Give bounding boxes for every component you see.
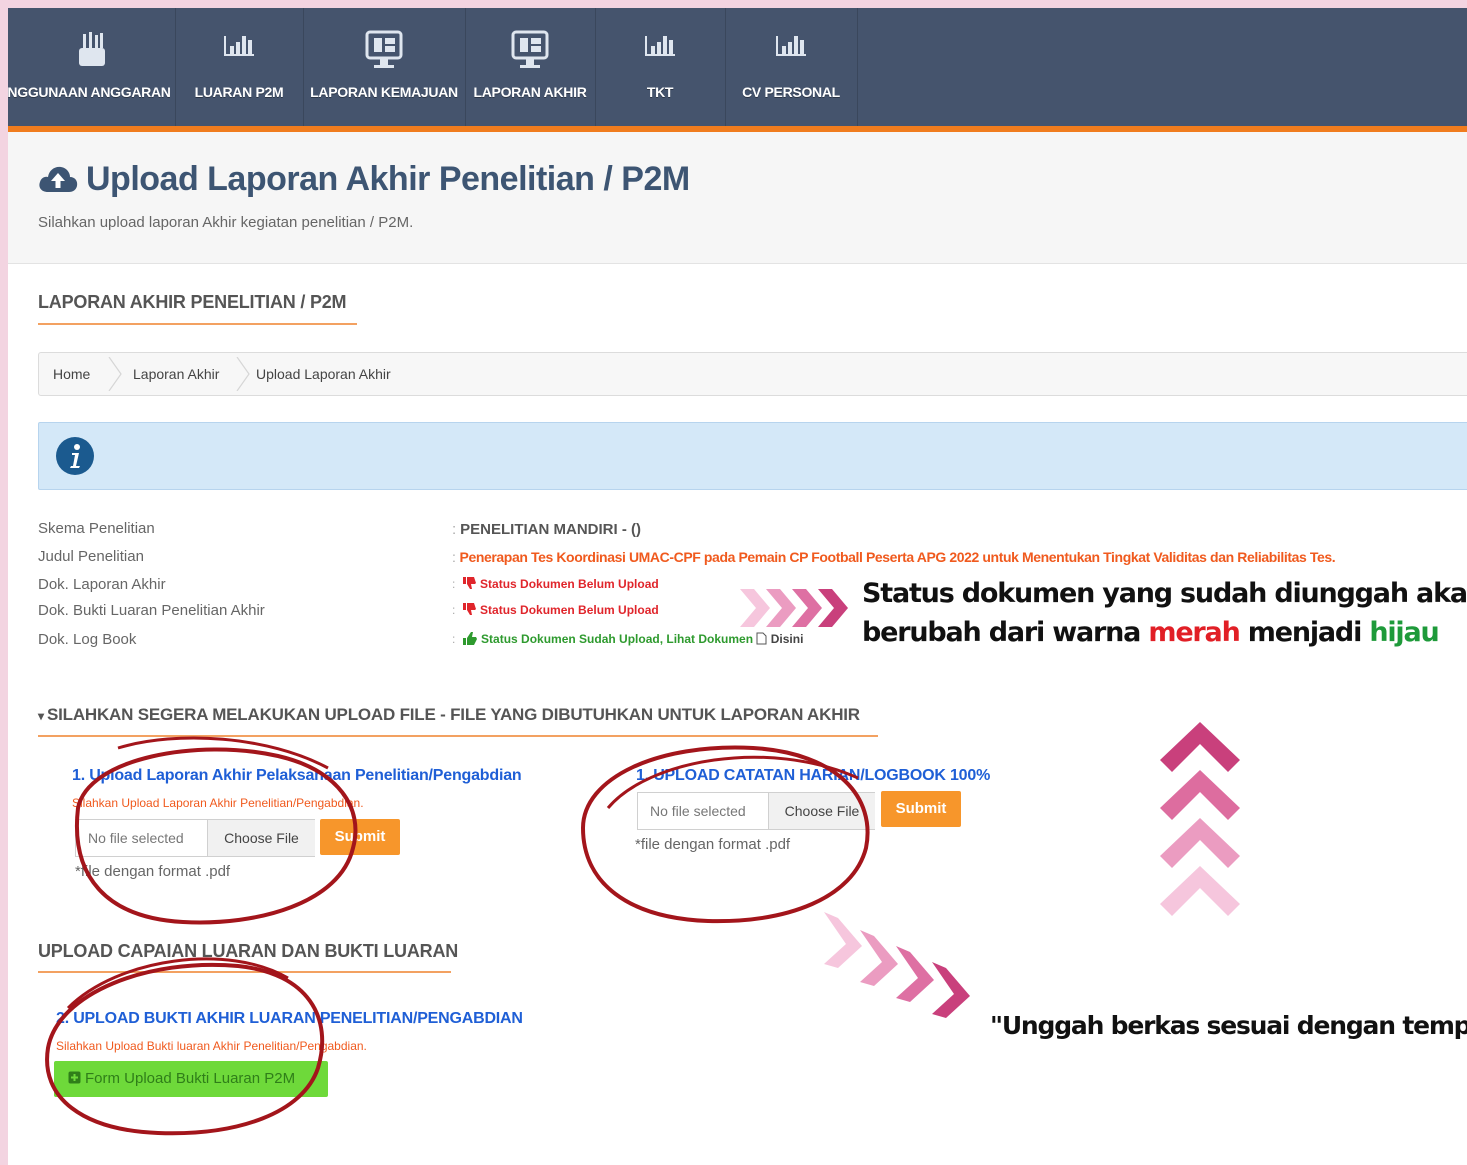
page-frame: ENGGUNAAN ANGGARAN LUARAN P2M LAPORAN KE… xyxy=(8,8,1467,1165)
annotation-circles xyxy=(45,736,870,1136)
